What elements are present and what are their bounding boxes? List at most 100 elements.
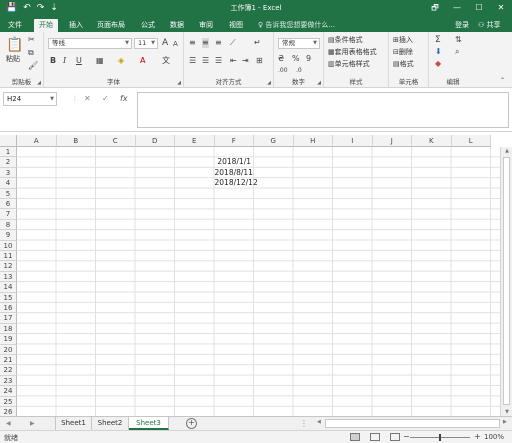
scroll-right-icon[interactable]: ▶ xyxy=(503,419,507,425)
delete-cells-button[interactable]: ⊟删除 xyxy=(393,47,413,57)
ribbon-display-options-icon[interactable]: 🗗 xyxy=(424,0,446,17)
sign-in-link[interactable]: 登录 xyxy=(455,20,469,30)
clear-icon[interactable]: ◆ xyxy=(435,59,441,69)
row-header-22[interactable]: 22 xyxy=(0,365,17,376)
shrink-font-icon[interactable]: A xyxy=(173,39,178,49)
font-color-icon[interactable]: A xyxy=(140,56,145,66)
cell-area[interactable]: 2018/1/1 2018/8/11 2018/12/12 xyxy=(17,147,500,416)
clipboard-launcher-icon[interactable]: ◢ xyxy=(37,80,41,86)
phonetic-icon[interactable]: 文 xyxy=(162,56,170,66)
formula-input[interactable] xyxy=(137,92,509,128)
zoom-slider-thumb[interactable] xyxy=(439,434,441,441)
column-header-f[interactable]: F xyxy=(214,135,254,147)
tab-file[interactable]: 文件 xyxy=(3,19,27,32)
column-header-b[interactable]: B xyxy=(56,135,96,147)
row-header-11[interactable]: 11 xyxy=(0,251,17,262)
sheet-tab-3[interactable]: Sheet3 xyxy=(129,417,169,430)
page-break-view-icon[interactable] xyxy=(390,433,400,441)
decrease-indent-icon[interactable]: ⇤ xyxy=(230,56,237,66)
tab-review[interactable]: 审阅 xyxy=(194,19,218,32)
italic-icon[interactable]: I xyxy=(63,56,66,66)
undo-icon[interactable]: ↶ xyxy=(23,2,31,14)
fill-icon[interactable]: ⬇ xyxy=(435,47,442,57)
row-header-4[interactable]: 4 xyxy=(0,178,17,189)
minimize-icon[interactable]: — xyxy=(446,0,468,17)
merge-center-icon[interactable]: ⊞ xyxy=(256,56,263,66)
sheet-tab-1[interactable]: Sheet1 xyxy=(55,417,92,430)
scroll-up-icon[interactable]: ▲ xyxy=(501,148,512,154)
cell-f3[interactable]: 2018/8/11 xyxy=(215,168,253,178)
decrease-decimal-icon[interactable]: .0 xyxy=(296,66,302,76)
border-icon[interactable]: ▦ xyxy=(96,56,104,66)
font-name-select[interactable]: 等线 ▼ xyxy=(48,38,132,49)
find-select-icon[interactable]: ⌕ xyxy=(455,47,459,57)
next-sheet-icon[interactable]: ▶ xyxy=(30,418,35,429)
row-header-15[interactable]: 15 xyxy=(0,292,17,303)
horizontal-scrollbar[interactable] xyxy=(325,419,500,428)
row-header-25[interactable]: 25 xyxy=(0,396,17,407)
tab-data[interactable]: 数据 xyxy=(165,19,189,32)
row-header-14[interactable]: 14 xyxy=(0,282,17,293)
redo-icon[interactable]: ↷ xyxy=(37,2,45,14)
row-header-16[interactable]: 16 xyxy=(0,303,17,314)
vertical-scrollbar[interactable]: ▲ ▼ xyxy=(500,147,512,416)
scroll-left-icon[interactable]: ◀ xyxy=(317,419,321,425)
cancel-entry-icon[interactable]: ✕ xyxy=(84,92,91,106)
tab-formulas[interactable]: 公式 xyxy=(136,19,160,32)
number-launcher-icon[interactable]: ◢ xyxy=(317,80,321,86)
align-bottom-icon[interactable]: ≡ xyxy=(215,38,222,48)
alignment-launcher-icon[interactable]: ◢ xyxy=(267,80,271,86)
name-box[interactable]: H24 ▼ xyxy=(3,92,57,106)
format-as-table-button[interactable]: ▦套用表格格式 xyxy=(328,47,377,57)
row-header-21[interactable]: 21 xyxy=(0,355,17,366)
close-icon[interactable]: ✕ xyxy=(490,0,512,17)
format-cells-button[interactable]: ▤格式 xyxy=(393,59,414,69)
grow-font-icon[interactable]: A xyxy=(162,38,168,48)
prev-sheet-icon[interactable]: ◀ xyxy=(6,418,11,429)
insert-function-icon[interactable]: fx xyxy=(120,92,128,106)
cell-f4[interactable]: 2018/12/12 xyxy=(215,178,258,188)
page-layout-view-icon[interactable] xyxy=(370,433,380,441)
column-header-a[interactable]: A xyxy=(17,135,57,147)
zoom-out-icon[interactable]: − xyxy=(403,432,410,442)
row-header-8[interactable]: 8 xyxy=(0,219,17,231)
column-header-d[interactable]: D xyxy=(135,135,175,147)
cell-f2[interactable]: 2018/1/1 xyxy=(215,157,251,167)
paste-icon[interactable]: 📋 xyxy=(6,37,23,53)
column-header-l[interactable]: L xyxy=(451,135,491,147)
row-header-9[interactable]: 9 xyxy=(0,230,17,241)
orientation-icon[interactable]: ⟋ xyxy=(230,38,236,48)
zoom-level[interactable]: 100% xyxy=(484,433,504,441)
bold-icon[interactable]: B xyxy=(50,56,56,66)
row-header-13[interactable]: 13 xyxy=(0,271,17,283)
font-size-select[interactable]: 11 ▼ xyxy=(134,38,158,49)
sort-filter-icon[interactable]: ⇅ xyxy=(455,35,462,45)
row-header-20[interactable]: 20 xyxy=(0,344,17,355)
font-launcher-icon[interactable]: ◢ xyxy=(177,80,181,86)
row-header-24[interactable]: 24 xyxy=(0,386,17,397)
row-header-6[interactable]: 6 xyxy=(0,199,17,210)
row-header-18[interactable]: 18 xyxy=(0,323,17,335)
row-header-12[interactable]: 12 xyxy=(0,261,17,272)
conditional-formatting-button[interactable]: ▤条件格式 xyxy=(328,35,363,45)
underline-icon[interactable]: U xyxy=(76,56,82,66)
column-header-c[interactable]: C xyxy=(96,135,136,147)
row-header-19[interactable]: 19 xyxy=(0,334,17,345)
paste-button[interactable]: 粘贴 xyxy=(6,54,20,64)
vertical-scroll-thumb[interactable] xyxy=(503,157,510,405)
row-header-2[interactable]: 2 xyxy=(0,157,17,168)
increase-indent-icon[interactable]: ⇥ xyxy=(242,56,249,66)
number-format-select[interactable]: 常规 ▼ xyxy=(278,38,320,49)
cut-icon[interactable]: ✂ xyxy=(28,35,35,45)
zoom-in-icon[interactable]: + xyxy=(474,432,481,442)
maximize-icon[interactable]: ☐ xyxy=(468,0,490,17)
format-painter-icon[interactable]: 🖌 xyxy=(28,61,38,71)
select-all-corner[interactable] xyxy=(0,135,17,147)
increase-decimal-icon[interactable]: .00 xyxy=(278,66,288,76)
column-header-k[interactable]: K xyxy=(412,135,452,147)
customize-qat-icon[interactable]: ⇣ xyxy=(50,2,58,14)
confirm-entry-icon[interactable]: ✓ xyxy=(102,92,109,106)
share-button[interactable]: ⚇ 共享 xyxy=(478,20,501,30)
cell-styles-button[interactable]: ▥单元格样式 xyxy=(328,59,370,69)
column-header-h[interactable]: H xyxy=(293,135,333,147)
